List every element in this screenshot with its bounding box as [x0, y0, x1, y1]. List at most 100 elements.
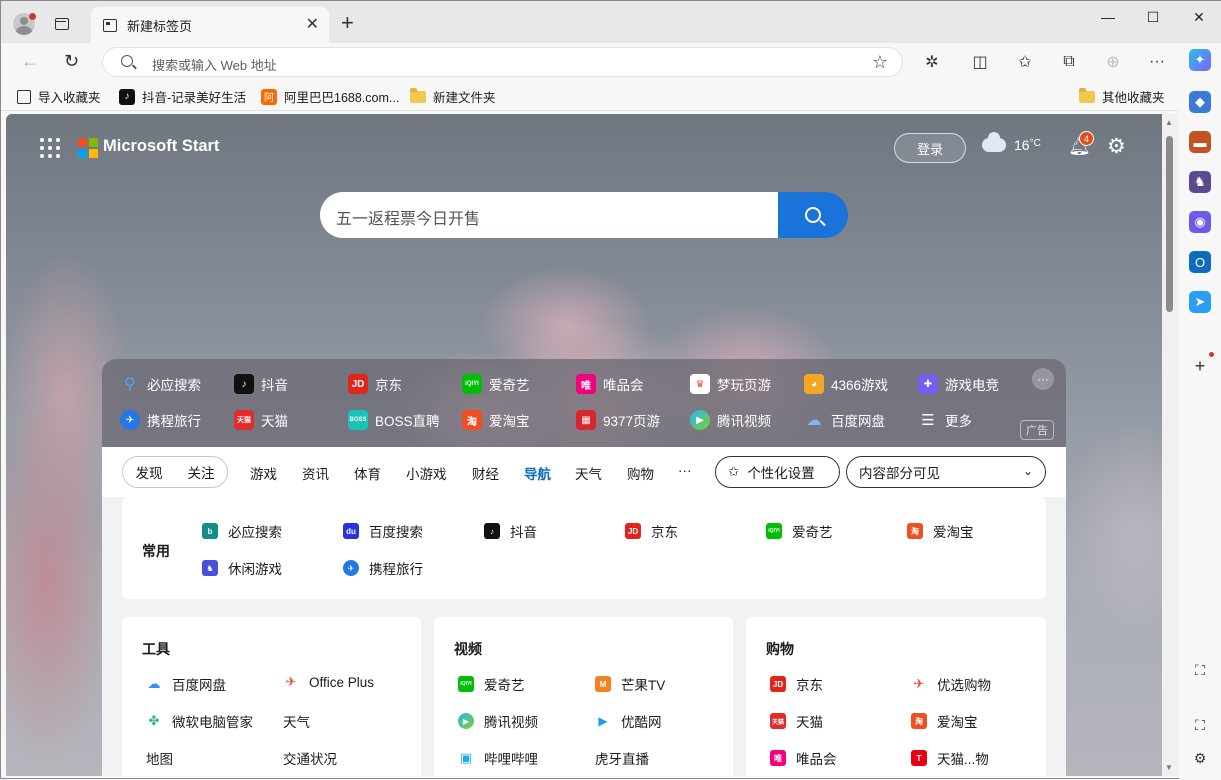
quick-link[interactable]: 天猫 天猫: [234, 410, 288, 430]
new-tab-button[interactable]: +: [341, 11, 354, 35]
login-button[interactable]: 登录: [894, 133, 966, 163]
shopping-link[interactable]: ✈ 优选购物: [911, 674, 991, 694]
visibility-dropdown[interactable]: 内容部分可见 ⌄: [846, 456, 1046, 488]
quick-link[interactable]: iQIYI 爱奇艺: [462, 374, 530, 394]
quick-link-more[interactable]: ☰ 更多: [918, 410, 972, 430]
send-icon[interactable]: ➤: [1189, 291, 1211, 313]
quick-link[interactable]: ◕ 4366游戏: [804, 374, 888, 394]
outlook-icon[interactable]: O: [1189, 251, 1211, 273]
gear-icon[interactable]: ⚙: [1107, 134, 1126, 159]
common-link[interactable]: ♞ 休闲游戏: [202, 558, 282, 578]
tab-weather[interactable]: 天气: [575, 463, 602, 483]
quick-link[interactable]: JD 京东: [348, 374, 402, 394]
scroll-up-icon[interactable]: ▲: [1165, 118, 1173, 127]
quick-link[interactable]: ☁ 百度网盘: [804, 410, 886, 430]
minimize-button[interactable]: —: [1085, 1, 1131, 33]
video-link[interactable]: ▶ 优酷网: [595, 711, 661, 731]
tab-shopping[interactable]: 购物: [627, 463, 654, 483]
personalize-button[interactable]: ✩ 个性化设置: [715, 456, 840, 488]
quick-link[interactable]: ▶ 腾讯视频: [690, 410, 771, 430]
favorites-icon[interactable]: ✩: [1015, 52, 1035, 72]
address-bar[interactable]: 搜索或输入 Web 地址 ☆: [102, 47, 903, 77]
video-link[interactable]: 虎牙直播: [595, 748, 649, 768]
collections-icon[interactable]: ⧉: [1059, 52, 1079, 72]
video-link[interactable]: M 芒果TV: [595, 674, 665, 694]
shopping-link[interactable]: 淘爱淘宝: [911, 711, 978, 731]
shopping-link[interactable]: 唯唯品会: [770, 748, 837, 768]
quick-link[interactable]: ♪ 抖音: [234, 374, 288, 394]
tab-games[interactable]: 游戏: [250, 463, 277, 483]
other-bookmarks[interactable]: 其他收藏夹: [1079, 87, 1165, 106]
scrollbar-thumb[interactable]: [1166, 136, 1173, 312]
quick-link[interactable]: 淘爱淘宝: [462, 410, 530, 430]
microsoft365-icon[interactable]: ◉: [1189, 211, 1211, 233]
video-link[interactable]: ▶ 腾讯视频: [458, 711, 538, 731]
close-button[interactable]: ✕: [1176, 1, 1221, 33]
shopping-link[interactable]: T 天猫...物: [911, 748, 989, 768]
common-link[interactable]: ✈ 携程旅行: [343, 558, 423, 578]
add-icon[interactable]: +: [1189, 355, 1211, 377]
tag-icon[interactable]: ◆: [1189, 91, 1211, 113]
bookmark-douyin[interactable]: ♪ 抖音-记录美好生活: [119, 87, 246, 106]
tool-link[interactable]: 地图: [146, 748, 173, 768]
tab-news[interactable]: 资讯: [302, 463, 329, 483]
common-link[interactable]: 淘爱淘宝: [907, 521, 974, 541]
tool-link[interactable]: ✤ 微软电脑管家: [146, 711, 253, 731]
scroll-down-icon[interactable]: ▼: [1165, 763, 1173, 772]
tool-link[interactable]: 交通状况: [283, 748, 337, 768]
tab-sports[interactable]: 体育: [354, 463, 381, 483]
tab-more[interactable]: ···: [678, 463, 692, 478]
tab-new-tab[interactable]: 新建标签页 ✕: [91, 7, 329, 43]
tab-close-icon[interactable]: ✕: [306, 17, 319, 33]
tab-minigames[interactable]: 小游戏: [406, 463, 447, 483]
tab-actions-icon[interactable]: [55, 18, 69, 30]
more-menu-icon[interactable]: ···: [1147, 52, 1167, 72]
extensions-icon[interactable]: ✲: [922, 52, 942, 72]
copilot-icon[interactable]: ✦: [1189, 49, 1211, 71]
tools-icon[interactable]: ▬: [1189, 131, 1211, 153]
tool-link[interactable]: ☁ 百度网盘: [146, 674, 227, 694]
split-screen-icon[interactable]: ◫: [970, 52, 990, 72]
quick-link[interactable]: ▦ 9377页游: [576, 410, 660, 430]
video-link[interactable]: ▣ 哔哩哔哩: [458, 748, 538, 768]
weather-widget[interactable]: 16 °C: [982, 132, 1041, 153]
tool-link[interactable]: 天气: [283, 711, 310, 731]
shopping-link[interactable]: 天猫 天猫: [770, 711, 823, 731]
screenshot-icon[interactable]: ⛶: [1189, 659, 1211, 681]
tab-follow[interactable]: 关注: [188, 462, 215, 482]
browser-essentials-icon[interactable]: ⊕: [1103, 52, 1123, 72]
quick-link[interactable]: 唯唯品会: [576, 374, 644, 394]
bookmark-import[interactable]: 导入收藏夹: [17, 87, 101, 106]
common-link[interactable]: iQIYI 爱奇艺: [766, 521, 833, 541]
refresh-icon[interactable]: ↻: [64, 51, 79, 71]
tab-navigation[interactable]: 导航: [524, 463, 551, 483]
tab-discover[interactable]: 发现: [136, 462, 163, 482]
settings-icon[interactable]: ⚙: [1189, 747, 1211, 769]
common-link[interactable]: JD 京东: [625, 521, 678, 541]
maximize-button[interactable]: ☐: [1130, 1, 1176, 33]
vertical-scrollbar[interactable]: ▲ ▼: [1162, 114, 1178, 776]
bookmark-alibaba[interactable]: 阿 阿里巴巴1688.com...: [261, 87, 399, 106]
tool-link[interactable]: ✈ Office Plus: [283, 674, 374, 690]
tab-finance[interactable]: 财经: [472, 463, 499, 483]
apps-launcher-icon[interactable]: [40, 138, 60, 158]
quick-link[interactable]: ♛ 梦玩页游: [690, 374, 771, 394]
shopping-link[interactable]: JD 京东: [770, 674, 823, 694]
common-link[interactable]: ♪ 抖音: [484, 521, 537, 541]
back-arrow-icon[interactable]: ←: [21, 51, 39, 71]
common-link[interactable]: b 必应搜索: [202, 521, 282, 541]
favorite-star-icon[interactable]: ☆: [872, 52, 888, 73]
chess-icon[interactable]: ♞: [1189, 171, 1211, 193]
capture-icon[interactable]: ⛶: [1189, 714, 1211, 736]
quick-link[interactable]: ✚ 游戏电竞: [918, 374, 999, 394]
quick-link[interactable]: ✈ 携程旅行: [120, 410, 201, 430]
brand-name[interactable]: Microsoft Start: [103, 137, 219, 156]
quick-links-options-icon[interactable]: ···: [1032, 368, 1054, 390]
video-link[interactable]: iQIYI 爱奇艺: [458, 674, 525, 694]
search-button[interactable]: [778, 192, 848, 238]
quick-link[interactable]: ⚲ 必应搜索: [120, 374, 201, 394]
search-input[interactable]: 五一返程票今日开售: [320, 192, 778, 238]
quick-link[interactable]: BOSS BOSS直聘: [348, 410, 440, 430]
common-link[interactable]: du 百度搜索: [343, 521, 423, 541]
bookmark-folder[interactable]: 新建文件夹: [410, 87, 496, 106]
